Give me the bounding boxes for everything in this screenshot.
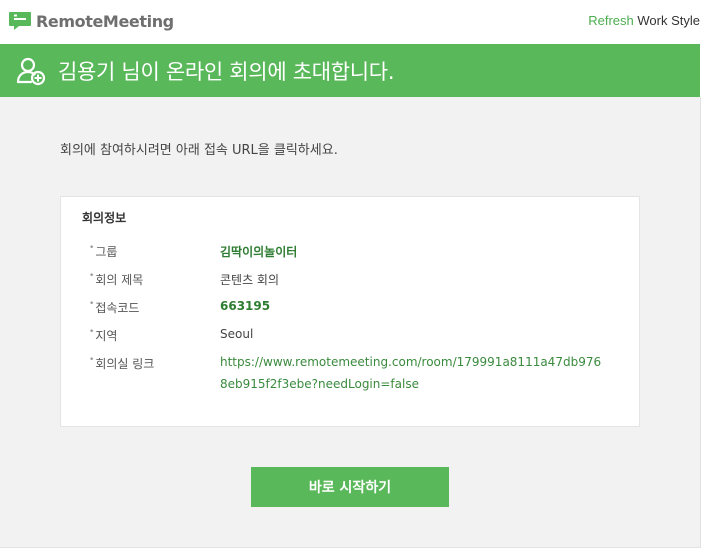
info-label-text: 그룹 — [95, 245, 118, 259]
room-link[interactable]: https://www.remotemeeting.com/room/17999… — [220, 351, 601, 395]
info-label: •회의실 링크 — [89, 355, 155, 371]
invite-banner: 김용기 님이 온라인 회의에 초대합니다. — [0, 44, 700, 97]
group-value: 김딱이의놀이터 — [220, 245, 298, 259]
top-bar: RemoteMeeting Refresh Work Style — [0, 0, 702, 44]
user-add-icon — [16, 57, 46, 85]
region-value: Seoul — [220, 327, 254, 341]
tagline-accent: Refresh — [588, 13, 634, 28]
info-label: •회의 제목 — [89, 271, 144, 287]
meeting-title-value: 콘텐츠 회의 — [220, 273, 280, 287]
info-label-text: 회의 제목 — [95, 273, 144, 287]
tagline: Refresh Work Style — [588, 13, 700, 28]
info-label-text: 지역 — [95, 329, 118, 343]
room-link-line1[interactable]: https://www.remotemeeting.com/room/17999… — [220, 351, 601, 373]
access-code-value: 663195 — [220, 299, 271, 313]
meeting-info-card: 회의정보 •그룹 김딱이의놀이터 •회의 제목 콘텐츠 회의 •접속코드 663… — [60, 196, 640, 427]
banner-title: 김용기 님이 온라인 회의에 초대합니다. — [58, 59, 395, 84]
meeting-info-heading: 회의정보 — [82, 211, 127, 225]
invite-body: 회의에 참여하시려면 아래 접속 URL을 클릭하세요. 회의정보 •그룹 김딱… — [0, 97, 701, 548]
logo-text: RemoteMeeting — [36, 11, 174, 31]
logo[interactable]: RemoteMeeting — [8, 9, 174, 33]
intro-text: 회의에 참여하시려면 아래 접속 URL을 클릭하세요. — [60, 143, 338, 158]
info-label-text: 접속코드 — [95, 301, 140, 315]
email-page: RemoteMeeting Refresh Work Style 김용기 님이 … — [0, 0, 702, 551]
info-label: •접속코드 — [89, 299, 140, 315]
info-label-text: 회의실 링크 — [95, 357, 155, 371]
info-label: •지역 — [89, 327, 118, 343]
info-label: •그룹 — [89, 243, 118, 259]
room-link-line2[interactable]: 8eb915f2f3ebe?needLogin=false — [220, 373, 601, 395]
start-now-button[interactable]: 바로 시작하기 — [251, 467, 449, 507]
tagline-rest: Work Style — [637, 13, 700, 28]
chat-bubble-icon — [9, 12, 31, 30]
